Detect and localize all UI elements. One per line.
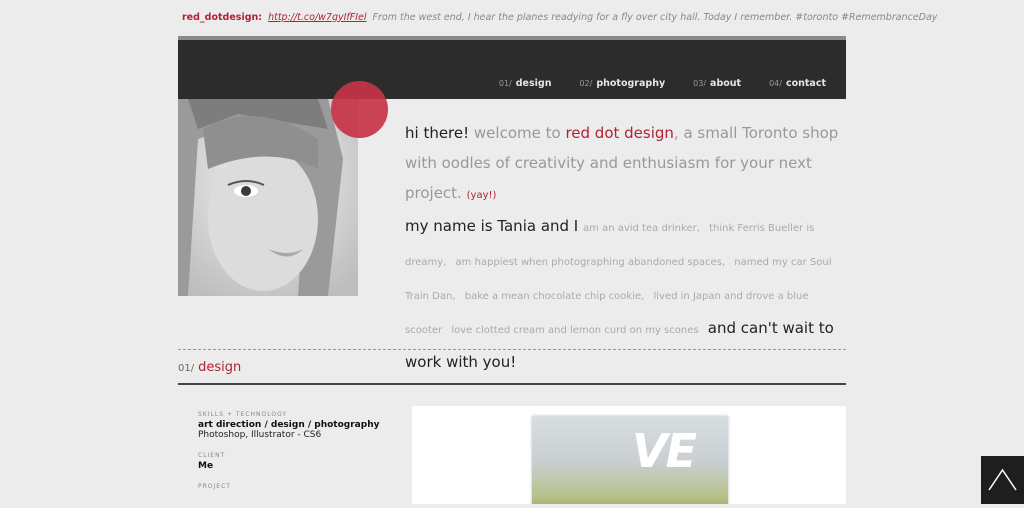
nav-label: about: [710, 78, 742, 89]
fact-item: am happiest when photographing abandoned…: [455, 257, 726, 268]
preview-title: VE: [632, 424, 697, 478]
section-title: design: [198, 360, 242, 375]
project-label: PROJECT: [198, 483, 231, 490]
nav-label: photography: [596, 78, 666, 89]
nav-label: design: [515, 78, 552, 89]
nav-item-design[interactable]: 01/ design: [499, 78, 552, 89]
project-meta: SKILLS + TECHNOLOGY art direction / desi…: [198, 405, 398, 490]
nav-number: 03/: [693, 79, 707, 88]
skills-label: SKILLS + TECHNOLOGY: [198, 411, 288, 418]
fact-item: bake a mean chocolate chip cookie,: [464, 291, 645, 302]
intro-text: hi there! welcome to red dot design, a s…: [405, 118, 850, 377]
fact-item: love clotted cream and lemon curd on my …: [451, 325, 699, 336]
intro-welcome-text: welcome to: [469, 124, 566, 142]
project-preview[interactable]: VE: [412, 406, 846, 504]
client-value: Me: [198, 461, 214, 471]
skills-tools: Photoshop, Illustrator - CS6: [198, 430, 322, 440]
intro-welcome: hi there! welcome to red dot design, a s…: [405, 118, 850, 211]
nav-number: 02/: [579, 79, 593, 88]
main-nav: 01/ design 02/ photography 03/ about 04/…: [471, 78, 826, 89]
back-to-top-button[interactable]: [981, 456, 1024, 504]
nav-item-contact[interactable]: 04/ contact: [769, 78, 826, 89]
nav-item-about[interactable]: 03/ about: [693, 78, 741, 89]
fact-item: am an avid tea drinker,: [583, 223, 700, 234]
tweet-link[interactable]: http://t.co/w7gyIfFIel: [268, 12, 366, 23]
intro-name: my name is Tania and I: [405, 217, 579, 235]
nav-number: 04/: [769, 79, 782, 88]
skills-value: art direction / design / photography: [198, 420, 380, 430]
nav-label: contact: [785, 78, 826, 89]
client-label: CLIENT: [198, 452, 226, 459]
red-dot-logo: [331, 81, 388, 138]
brand-name: red dot design: [565, 124, 674, 142]
tweet-message: From the west end, I hear the planes rea…: [372, 11, 938, 23]
section-number: 01/: [178, 363, 195, 374]
section-heading: 01/ design: [178, 360, 241, 375]
nav-item-photography[interactable]: 02/ photography: [579, 78, 665, 89]
tweet-handle[interactable]: red_dotdesign:: [182, 12, 262, 23]
yay-text: (yay!): [466, 190, 497, 201]
intro-greeting: hi there!: [405, 124, 470, 142]
site-header: 01/ design 02/ photography 03/ about 04/…: [178, 36, 846, 99]
intro-name-line: my name is Tania and I am an avid tea dr…: [405, 211, 850, 377]
project-image: VE: [532, 416, 728, 504]
section-rule: [178, 383, 846, 385]
tweet-bar: red_dotdesign: http://t.co/w7gyIfFIel Fr…: [178, 9, 937, 25]
nav-number: 01/: [498, 79, 512, 88]
chevron-up-icon: [988, 468, 1017, 491]
section-divider: [178, 349, 846, 350]
profile-photo: [178, 99, 358, 296]
